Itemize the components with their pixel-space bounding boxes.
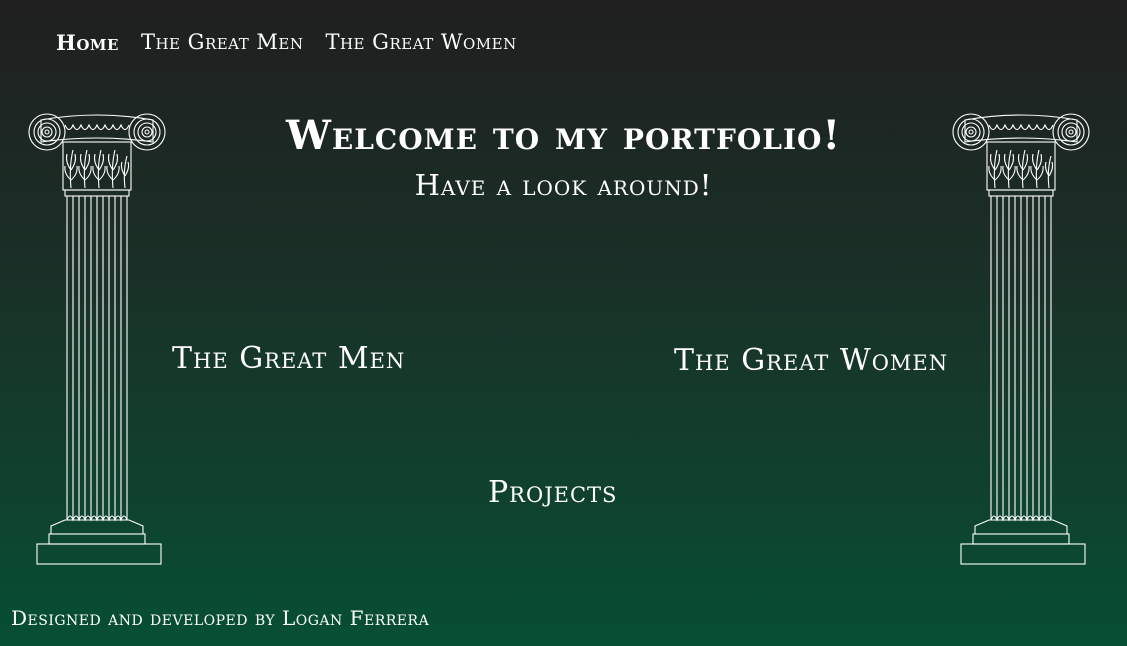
page-subtitle: Have a look around! (414, 168, 713, 202)
great-men-link[interactable]: The Great Men (172, 341, 405, 376)
nav-great-men-link[interactable]: The Great Men (141, 30, 304, 55)
great-women-link[interactable]: The Great Women (674, 343, 948, 378)
footer-credit: Designed and developed by Logan Ferrera (11, 606, 430, 630)
nav-home-link[interactable]: Home (56, 30, 119, 55)
main-nav: Home The Great Men The Great Women (56, 30, 517, 55)
projects-link[interactable]: Projects (488, 475, 617, 510)
nav-great-women-link[interactable]: The Great Women (325, 30, 516, 55)
page-title: Welcome to my portfolio! (285, 112, 841, 159)
